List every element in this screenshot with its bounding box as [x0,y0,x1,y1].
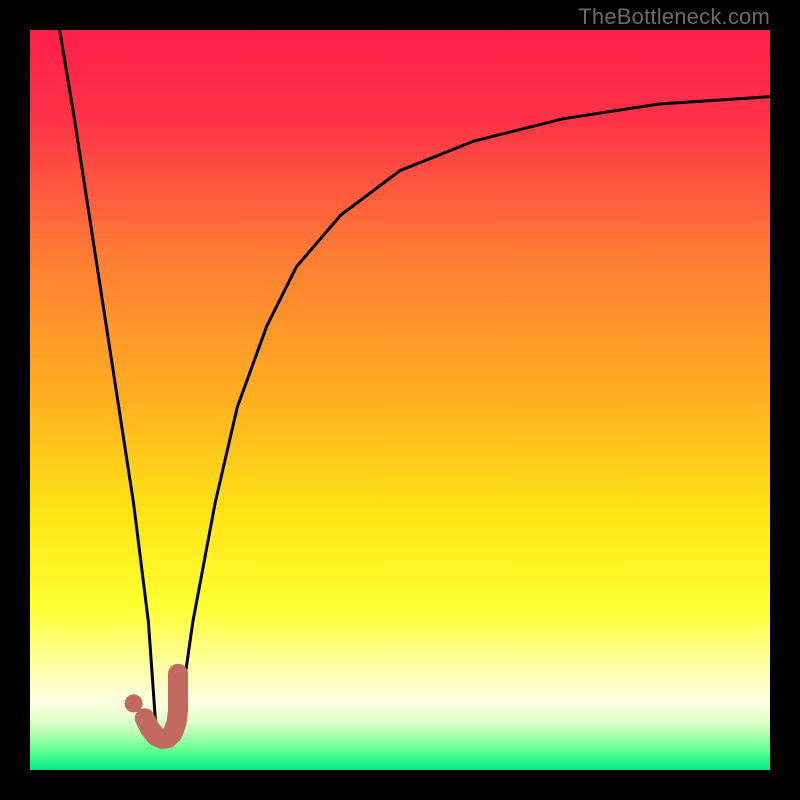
curve-left-branch [60,30,156,726]
j-shaped-marker [145,674,178,739]
plot-area [30,30,770,770]
curve-layer [30,30,770,770]
curve-right-branch [178,97,770,726]
marker-dot [125,694,143,712]
watermark-text: TheBottleneck.com [578,4,770,30]
